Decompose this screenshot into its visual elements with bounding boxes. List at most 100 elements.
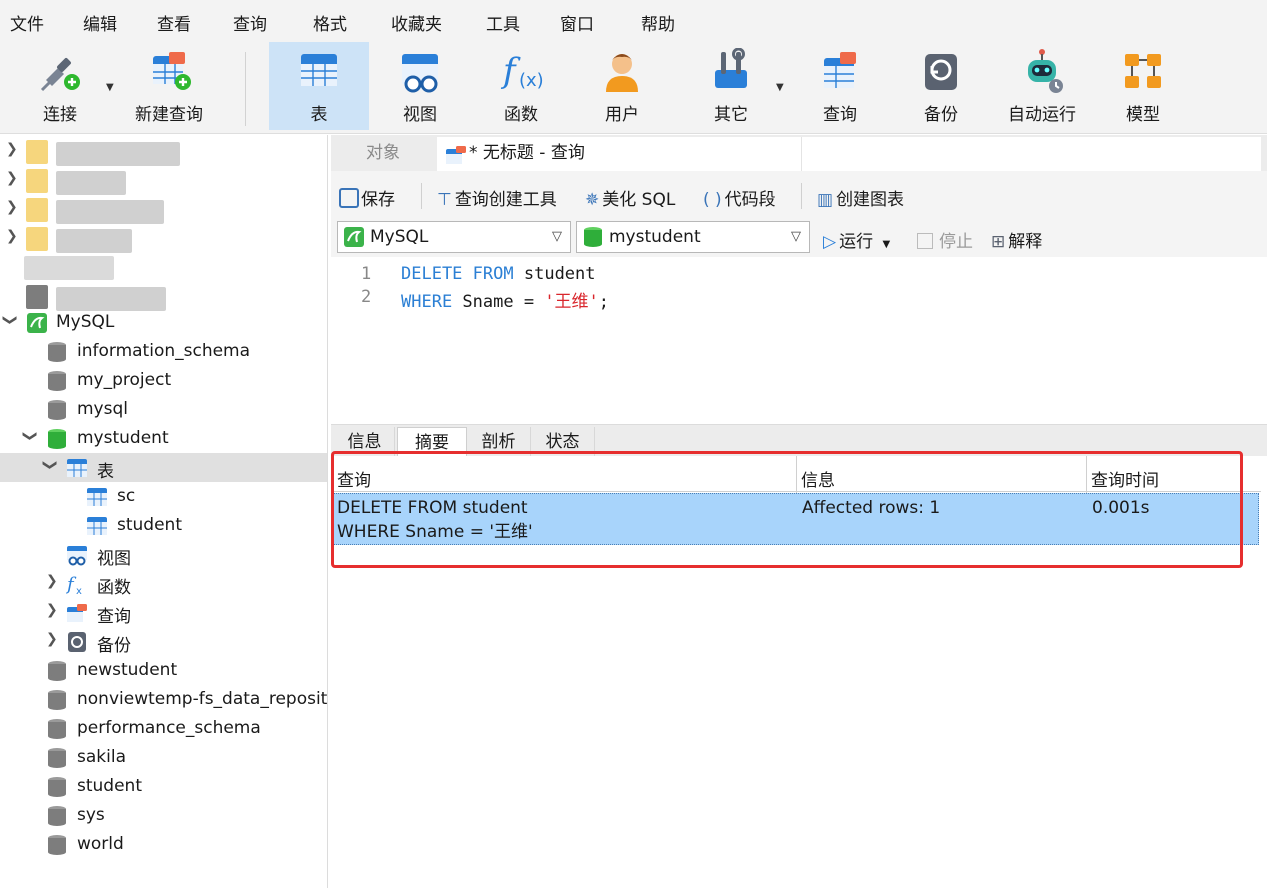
- database-item[interactable]: nonviewtemp-fs_data_reposit: [0, 685, 327, 714]
- menu-file[interactable]: 文件: [10, 10, 44, 35]
- database-icon: [48, 661, 66, 681]
- chevron-down-icon[interactable]: ❯: [2, 314, 18, 326]
- run-button[interactable]: ▷ 运行 ▼: [823, 227, 890, 252]
- new-query-button[interactable]: 新建查询: [125, 42, 213, 130]
- chevron-right-icon[interactable]: ❯: [46, 573, 58, 589]
- automation-button[interactable]: 自动运行: [995, 42, 1089, 130]
- menu-edit[interactable]: 编辑: [83, 10, 117, 35]
- model-icon: [1125, 54, 1161, 88]
- table-item-student[interactable]: student: [0, 511, 327, 540]
- view-button[interactable]: 视图: [373, 42, 467, 130]
- database-item-mystudent[interactable]: ❯ mystudent: [0, 424, 327, 453]
- redacted-connection[interactable]: ❯: [0, 224, 327, 253]
- database-icon: [48, 400, 66, 420]
- menu-view[interactable]: 查看: [157, 10, 191, 35]
- query-builder-button[interactable]: ⊤ 查询创建工具: [437, 185, 557, 210]
- database-open-icon: [48, 429, 66, 449]
- connection-mysql[interactable]: ❯ MySQL: [0, 308, 327, 337]
- query-icon: [446, 146, 466, 164]
- database-item[interactable]: newstudent: [0, 656, 327, 685]
- function-icon: f x: [66, 574, 82, 595]
- connect-dropdown-caret[interactable]: ▼: [106, 82, 114, 93]
- table-item-sc[interactable]: sc: [0, 482, 327, 511]
- redacted-connection[interactable]: [0, 253, 327, 282]
- function-icon: f (x): [500, 51, 544, 91]
- tree-group-queries[interactable]: ❯ 查询: [0, 598, 327, 627]
- function-button[interactable]: f (x) 函数: [474, 42, 568, 130]
- code-snippet-button[interactable]: ( ) 代码段: [703, 185, 776, 210]
- database-item[interactable]: sakila: [0, 743, 327, 772]
- menu-format[interactable]: 格式: [313, 10, 347, 35]
- query-toolbar: 保存 ⊤ 查询创建工具 ✵ 美化 SQL ( ) 代码段 ▥ 创建图表: [331, 171, 1267, 221]
- svg-text:f: f: [500, 51, 521, 91]
- menu-window[interactable]: 窗口: [560, 10, 594, 35]
- connection-icon: [26, 285, 48, 309]
- chevron-right-icon[interactable]: ❯: [6, 228, 18, 244]
- database-select[interactable]: mystudent ▽: [576, 221, 810, 253]
- toolbar-separator: [245, 52, 246, 126]
- redacted-connection[interactable]: [0, 282, 327, 311]
- menu-favorites[interactable]: 收藏夹: [391, 10, 442, 35]
- explain-button[interactable]: ⊞ 解释: [991, 227, 1042, 252]
- chevron-down-icon[interactable]: ❯: [42, 459, 58, 471]
- database-icon: [48, 371, 66, 391]
- new-query-icon: [153, 52, 191, 90]
- chevron-right-icon[interactable]: ❯: [6, 199, 18, 215]
- database-icon: [48, 748, 66, 768]
- create-chart-button[interactable]: ▥ 创建图表: [817, 185, 904, 210]
- backup-icon: [68, 632, 86, 652]
- chevron-down-icon[interactable]: ❯: [22, 430, 38, 442]
- tree-group-functions[interactable]: ❯ f x 函数: [0, 569, 327, 598]
- tree-group-views[interactable]: 视图: [0, 540, 327, 569]
- redacted-connection[interactable]: ❯: [0, 166, 327, 195]
- tab-untitled-query[interactable]: * 无标题 - 查询: [437, 137, 801, 171]
- database-item[interactable]: performance_schema: [0, 714, 327, 743]
- tree-group-backups[interactable]: ❯ 备份: [0, 627, 327, 656]
- folder-icon: [26, 140, 48, 164]
- database-item[interactable]: my_project: [0, 366, 327, 395]
- database-item[interactable]: world: [0, 830, 327, 859]
- builder-icon: ⊤: [437, 190, 452, 210]
- database-icon: [48, 690, 66, 710]
- database-item[interactable]: sys: [0, 801, 327, 830]
- table-button[interactable]: 表: [269, 42, 369, 130]
- other-dropdown-caret[interactable]: ▼: [776, 82, 784, 93]
- chevron-right-icon[interactable]: ❯: [6, 141, 18, 157]
- user-button[interactable]: 用户: [575, 42, 669, 130]
- stop-button[interactable]: 停止: [917, 227, 973, 252]
- chevron-right-icon[interactable]: ❯: [6, 170, 18, 186]
- beautify-sql-button[interactable]: ✵ 美化 SQL: [585, 185, 675, 210]
- redacted-label: [24, 256, 114, 280]
- redacted-connection[interactable]: ❯: [0, 137, 327, 166]
- code-line-1: DELETE FROM student: [401, 264, 596, 284]
- menu-query[interactable]: 查询: [233, 10, 267, 35]
- query-button[interactable]: 查询: [793, 42, 887, 130]
- chevron-down-icon: ▽: [791, 229, 801, 244]
- save-button[interactable]: 保存: [339, 185, 395, 210]
- menu-help[interactable]: 帮助: [641, 10, 675, 35]
- redacted-label: [56, 200, 164, 224]
- editor-tab-strip: 对象 * 无标题 - 查询: [331, 135, 1267, 171]
- database-item[interactable]: student: [0, 772, 327, 801]
- database-item[interactable]: information_schema: [0, 337, 327, 366]
- other-button[interactable]: 其它: [684, 42, 778, 130]
- navigation-tree[interactable]: ❯ ❯ ❯ ❯ ❯ MySQL information_schema my_pr…: [0, 135, 328, 888]
- selector-row: MySQL ▽ mystudent ▽ ▷ 运行 ▼ 停止 ⊞ 解释: [331, 217, 1267, 257]
- menu-tools[interactable]: 工具: [486, 10, 520, 35]
- highlight-annotation: [331, 451, 1243, 568]
- redacted-connection[interactable]: ❯: [0, 195, 327, 224]
- database-item[interactable]: mysql: [0, 395, 327, 424]
- connection-select[interactable]: MySQL ▽: [337, 221, 571, 253]
- connect-button[interactable]: 连接: [20, 42, 100, 130]
- database-icon: [48, 806, 66, 826]
- plug-icon: [40, 58, 80, 92]
- tab-objects[interactable]: 对象: [331, 135, 435, 171]
- chevron-right-icon[interactable]: ❯: [46, 602, 58, 618]
- tree-group-tables[interactable]: ❯ 表: [0, 453, 327, 482]
- run-dropdown-caret[interactable]: ▼: [882, 239, 890, 250]
- robot-icon: [1028, 49, 1063, 93]
- chevron-right-icon[interactable]: ❯: [46, 631, 58, 647]
- backup-button[interactable]: 备份: [894, 42, 988, 130]
- model-button[interactable]: 模型: [1096, 42, 1190, 130]
- sql-editor[interactable]: 1 2 DELETE FROM student WHERE Sname = '王…: [331, 260, 1261, 420]
